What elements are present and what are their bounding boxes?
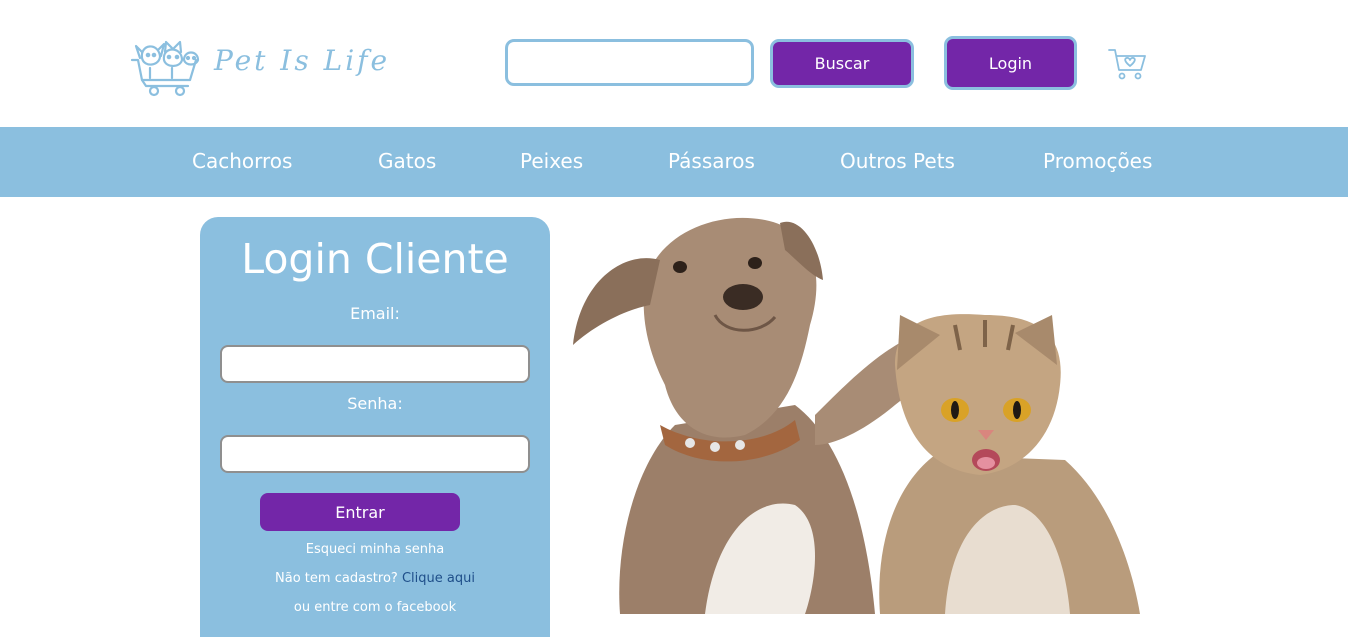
forgot-password-link[interactable]: Esqueci minha senha: [200, 542, 550, 557]
nav-item-cachorros[interactable]: Cachorros: [192, 149, 292, 173]
nav-item-promocoes[interactable]: Promoções: [1043, 149, 1152, 173]
search-input[interactable]: [505, 39, 754, 86]
login-button[interactable]: Login: [944, 36, 1077, 90]
login-title: Login Cliente: [241, 235, 509, 283]
shopping-cart-heart-icon[interactable]: [1107, 44, 1147, 82]
submit-login-button[interactable]: Entrar: [260, 493, 460, 531]
brand-name[interactable]: Pet Is Life: [214, 44, 390, 77]
category-nav: Cachorros Gatos Peixes Pássaros Outros P…: [0, 127, 1348, 197]
password-field[interactable]: [220, 435, 530, 473]
nav-item-passaros[interactable]: Pássaros: [668, 149, 755, 173]
pets-cart-logo-icon[interactable]: [128, 36, 204, 98]
login-panel: Login Cliente Email: Senha: Entrar Esque…: [200, 217, 550, 637]
register-prompt: Não tem cadastro? Clique aqui: [200, 571, 550, 586]
email-label: Email:: [350, 304, 400, 323]
nav-item-outros-pets[interactable]: Outros Pets: [840, 149, 955, 173]
search-button[interactable]: Buscar: [770, 39, 914, 88]
facebook-login-link[interactable]: ou entre com o facebook: [200, 600, 550, 615]
site-header: Pet Is Life Buscar Login: [0, 0, 1348, 127]
nav-item-peixes[interactable]: Peixes: [520, 149, 583, 173]
email-field[interactable]: [220, 345, 530, 383]
no-account-text: Não tem cadastro?: [275, 571, 398, 586]
dog-and-cat-photo: [573, 217, 1140, 614]
register-link[interactable]: Clique aqui: [402, 571, 475, 586]
password-label: Senha:: [347, 394, 403, 413]
nav-item-gatos[interactable]: Gatos: [378, 149, 436, 173]
